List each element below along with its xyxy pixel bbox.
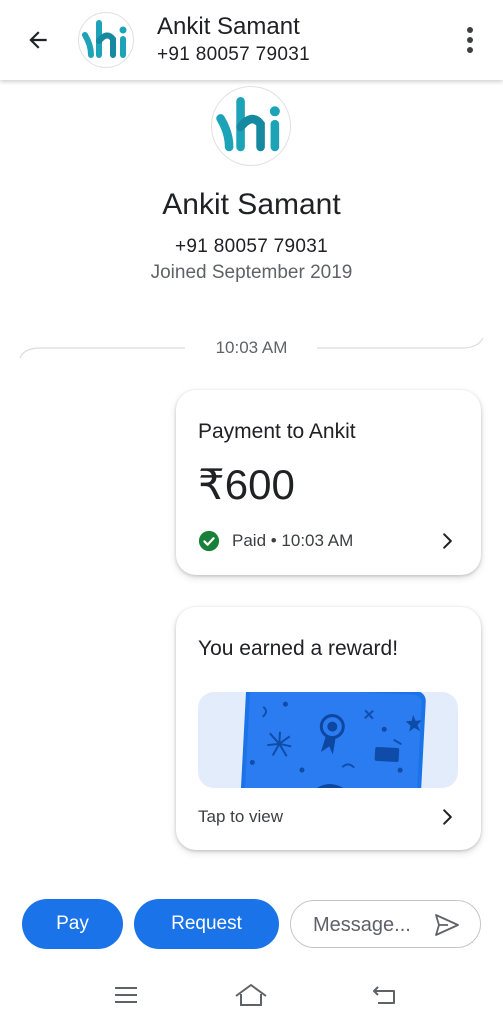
- home-icon: [235, 984, 267, 1006]
- profile-name: Ankit Samant: [162, 188, 341, 221]
- hi-logo-icon: [216, 97, 280, 152]
- payment-title: Payment to Ankit: [198, 420, 356, 443]
- profile-joined-date: Joined September 2019: [150, 262, 353, 283]
- back-nav-icon: [373, 986, 395, 1004]
- contact-avatar[interactable]: [78, 12, 134, 68]
- message-input[interactable]: [313, 911, 433, 939]
- more-options-button[interactable]: [455, 22, 485, 58]
- check-circle-icon: [198, 530, 220, 552]
- hi-logo-icon: [82, 20, 127, 58]
- payment-status: Paid • 10:03 AM: [198, 528, 353, 554]
- arrow-left-icon: [29, 31, 47, 49]
- top-app-bar: Ankit Samant +91 80057 79031: [0, 0, 503, 80]
- reward-banner: [198, 692, 458, 788]
- profile-phone: +91 80057 79031: [175, 236, 328, 257]
- reward-tap-to-view: Tap to view: [198, 807, 284, 826]
- request-button[interactable]: Request: [134, 899, 279, 949]
- home-button[interactable]: [231, 980, 271, 1010]
- payment-amount: ₹600: [198, 461, 295, 508]
- header-contact-phone: +91 80057 79031: [157, 44, 310, 65]
- pay-button[interactable]: Pay: [22, 899, 123, 949]
- chevron-right-icon: [443, 809, 452, 825]
- recent-apps-button[interactable]: [106, 980, 146, 1010]
- message-timestamp: 10:03 AM: [215, 338, 288, 357]
- send-icon[interactable]: [434, 913, 460, 937]
- scratch-card-image: [240, 692, 426, 788]
- payment-status-text: Paid • 10:03 AM: [232, 531, 354, 550]
- reward-title: You earned a reward!: [198, 637, 399, 660]
- profile-avatar[interactable]: [211, 86, 291, 166]
- message-composer[interactable]: [290, 900, 481, 948]
- back-nav-button[interactable]: [364, 980, 404, 1010]
- more-vertical-icon: [467, 27, 473, 33]
- chevron-right-icon: [443, 533, 452, 549]
- back-button[interactable]: [18, 22, 58, 58]
- header-contact-name: Ankit Samant: [157, 13, 300, 40]
- menu-lines-icon: [115, 987, 137, 1003]
